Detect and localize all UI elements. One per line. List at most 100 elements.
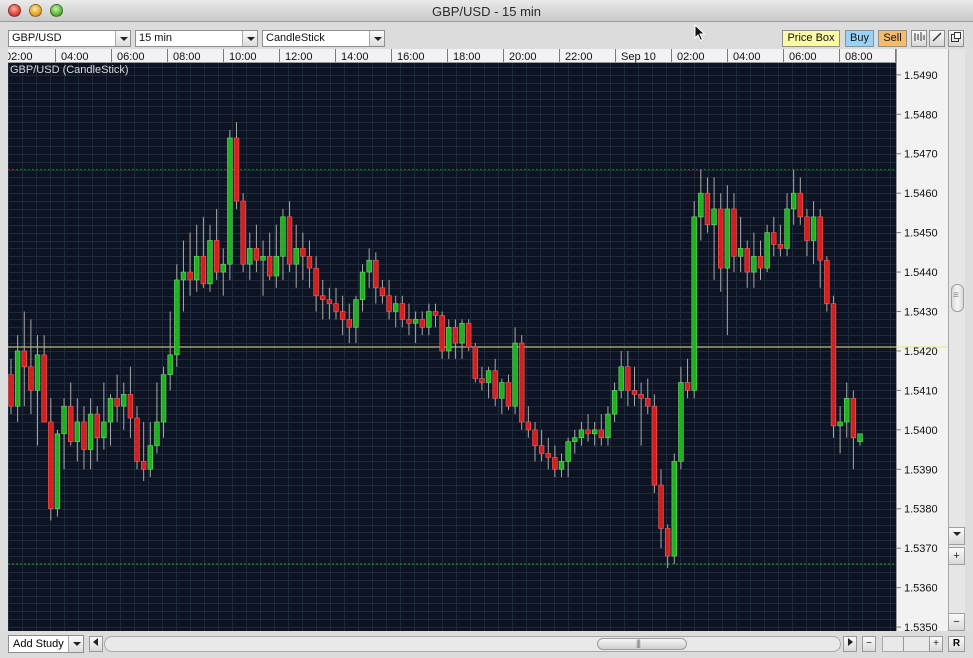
scroll-left-button[interactable] bbox=[89, 636, 103, 652]
candle-down bbox=[339, 311, 346, 320]
zoom-out-price-button[interactable]: − bbox=[948, 613, 965, 631]
x-tick-label: 04:00 bbox=[61, 51, 89, 63]
candle-up bbox=[698, 192, 704, 218]
candle-up bbox=[558, 461, 565, 470]
zoom-in-price-button[interactable]: + bbox=[948, 547, 965, 565]
candle-down bbox=[233, 137, 240, 202]
window-title: GBP/USD - 15 min bbox=[431, 4, 542, 19]
candle-down bbox=[333, 303, 339, 312]
chart-toolbar: GBP/USD 15 min CandleStick Price Box Buy… bbox=[0, 22, 973, 49]
candle-up bbox=[611, 390, 618, 415]
candle-down bbox=[127, 394, 134, 419]
x-tick-label: 02:00 bbox=[8, 51, 33, 63]
bar-style-icon[interactable] bbox=[911, 30, 927, 47]
candle-up bbox=[485, 370, 492, 383]
candle-down bbox=[465, 323, 472, 348]
candle-down bbox=[777, 244, 784, 249]
candle-up bbox=[671, 461, 677, 557]
x-tick-label: Sep 10 bbox=[621, 51, 656, 63]
series-label: GBP/USD (CandleStick) bbox=[10, 64, 129, 76]
candle-down bbox=[432, 311, 439, 316]
y-tick-label: 1.5380 bbox=[904, 504, 938, 516]
candle-up bbox=[121, 394, 127, 407]
candle-up bbox=[194, 255, 200, 281]
time-zoom-slider[interactable] bbox=[882, 636, 930, 652]
candle-down bbox=[439, 315, 445, 352]
candle-down bbox=[187, 271, 193, 281]
candle-down bbox=[479, 378, 485, 383]
x-tick-label: 04:00 bbox=[733, 51, 761, 63]
x-tick-label: 14:00 bbox=[341, 51, 369, 63]
chart-area[interactable]: 02:00 04:00 06:00 08:00 10:00 12:00 14:00 16:00… bbox=[8, 49, 948, 631]
time-scroll-thumb[interactable] bbox=[597, 638, 687, 650]
candle-up bbox=[220, 263, 226, 273]
chevron-down-icon[interactable] bbox=[115, 31, 130, 46]
candle-up bbox=[227, 137, 233, 265]
candle-down bbox=[545, 453, 551, 458]
candle-up bbox=[207, 240, 213, 285]
candle-down bbox=[824, 259, 830, 304]
candle-down bbox=[240, 200, 246, 265]
interval-select[interactable]: 15 min bbox=[135, 30, 258, 47]
candlestick-chart[interactable]: 02:00 04:00 06:00 08:00 10:00 12:00 14:00 16:00… bbox=[8, 49, 948, 631]
candle-down bbox=[134, 417, 140, 462]
detach-window-icon[interactable] bbox=[948, 30, 964, 47]
candle-down bbox=[684, 382, 691, 391]
candle-down bbox=[658, 484, 664, 529]
chart-style-select-value: CandleStick bbox=[266, 32, 325, 44]
candle-up bbox=[359, 271, 366, 300]
y-tick-label: 1.5360 bbox=[904, 583, 938, 595]
candle-up bbox=[618, 366, 624, 391]
y-tick-label: 1.5440 bbox=[904, 267, 938, 279]
y-tick-label: 1.5390 bbox=[904, 464, 938, 476]
chart-style-select[interactable]: CandleStick bbox=[262, 30, 385, 47]
add-study-select[interactable]: Add Study bbox=[8, 635, 84, 653]
chevron-down-icon[interactable] bbox=[242, 31, 257, 46]
candle-down bbox=[538, 445, 545, 454]
zoom-in-time-button[interactable]: + bbox=[929, 636, 943, 652]
symbol-select[interactable]: GBP/USD bbox=[8, 30, 131, 47]
candle-down bbox=[704, 192, 711, 226]
add-study-label: Add Study bbox=[13, 638, 64, 650]
x-tick-label: 16:00 bbox=[397, 51, 425, 63]
candle-down bbox=[28, 366, 34, 391]
time-scrollbar[interactable] bbox=[104, 636, 841, 652]
scroll-right-button[interactable] bbox=[843, 636, 857, 652]
candle-down bbox=[399, 303, 406, 320]
y-tick-label: 1.5400 bbox=[904, 425, 938, 437]
reset-button[interactable]: R bbox=[948, 636, 965, 652]
candle-down bbox=[850, 397, 857, 439]
candle-down bbox=[114, 397, 120, 407]
candle-up bbox=[54, 433, 61, 510]
zoom-out-time-button[interactable]: − bbox=[862, 636, 876, 652]
candle-down bbox=[41, 354, 47, 423]
chevron-down-icon[interactable] bbox=[369, 31, 384, 46]
chevron-down-icon[interactable] bbox=[68, 636, 83, 652]
candle-down bbox=[731, 208, 737, 257]
sell-button[interactable]: Sell bbox=[878, 30, 907, 47]
title-bar: GBP/USD - 15 min bbox=[0, 0, 973, 22]
candle-down bbox=[830, 303, 837, 427]
candle-down bbox=[817, 216, 823, 261]
candle-up bbox=[837, 421, 843, 427]
candle-down bbox=[386, 295, 392, 312]
buy-button[interactable]: Buy bbox=[845, 30, 874, 47]
candle-down bbox=[532, 429, 538, 446]
candle-down bbox=[313, 267, 319, 297]
candle-down bbox=[68, 405, 74, 442]
candle-up bbox=[784, 208, 790, 249]
candle-up bbox=[790, 192, 797, 210]
price-box-button[interactable]: Price Box bbox=[782, 30, 840, 47]
y-tick-label: 1.5350 bbox=[904, 622, 938, 631]
app-window: GBP/USD - 15 min GBP/USD 15 min CandleSt… bbox=[0, 0, 973, 658]
candle-down bbox=[21, 350, 27, 368]
candle-up bbox=[293, 248, 299, 265]
scroll-down-button[interactable] bbox=[948, 527, 965, 545]
candle-down bbox=[598, 429, 605, 439]
candle-up bbox=[101, 421, 107, 439]
price-scroll-thumb[interactable] bbox=[951, 284, 964, 312]
candle-down bbox=[664, 528, 671, 557]
draw-line-icon[interactable] bbox=[929, 30, 945, 47]
candle-up bbox=[160, 374, 167, 423]
candle-up bbox=[844, 397, 850, 423]
